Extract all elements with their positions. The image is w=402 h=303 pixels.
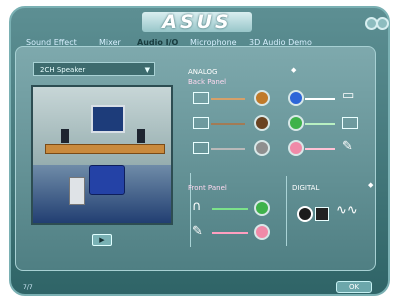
digital-info-icon[interactable]: ◆ <box>368 181 373 189</box>
speaker-output-icon <box>342 117 358 129</box>
back-panel-label: Back Panel <box>188 78 227 86</box>
speaker-left-icon <box>61 129 69 143</box>
jack-brown[interactable] <box>254 115 270 131</box>
headphone-icon: ∩ <box>192 199 202 214</box>
connector-line <box>212 208 248 210</box>
ok-button[interactable]: OK <box>336 281 372 293</box>
jack-orange[interactable] <box>254 90 270 106</box>
back-panel-device-icon-3 <box>193 142 209 154</box>
digital-coax-jack[interactable] <box>297 206 313 222</box>
computer-tower-icon <box>69 177 85 205</box>
monitor-icon <box>91 105 125 133</box>
title-bar: ASUS <box>17 12 389 34</box>
jack-blue[interactable] <box>288 90 304 106</box>
digital-signal-icon: ∿∿ <box>336 203 358 218</box>
divider-digital <box>286 176 287 246</box>
connector-line <box>211 148 245 150</box>
digital-title: DIGITAL <box>292 184 320 192</box>
speaker-config-value: 2CH Speaker <box>40 66 86 74</box>
connector-line <box>211 98 245 100</box>
room-preview <box>31 85 173 225</box>
test-speaker-button[interactable]: ▶ <box>92 234 112 246</box>
connector-line <box>211 123 245 125</box>
desk-icon <box>45 144 165 154</box>
connector-line <box>305 148 335 150</box>
speaker-config-dropdown[interactable]: 2CH Speaker ▼ <box>33 62 155 76</box>
microphone-icon: ✎ <box>342 139 353 154</box>
front-jack-green[interactable] <box>254 200 270 216</box>
asus-logo: ASUS <box>142 12 252 32</box>
jack-green[interactable] <box>288 115 304 131</box>
optical-port-icon[interactable] <box>315 207 329 221</box>
jack-gray[interactable] <box>254 140 270 156</box>
connector-line <box>212 232 248 234</box>
status-text: 7/7 <box>23 284 33 291</box>
speaker-right-icon <box>137 129 145 143</box>
chair-icon <box>89 165 125 195</box>
analog-title: ANALOG <box>188 68 218 76</box>
front-jack-pink[interactable] <box>254 224 270 240</box>
analog-info-icon[interactable]: ◆ <box>291 66 296 74</box>
back-panel-device-icon-1 <box>193 92 209 104</box>
line-in-icon: ▭ <box>342 88 355 103</box>
front-panel-label: Front Panel <box>188 184 227 192</box>
close-icon[interactable] <box>376 17 389 30</box>
chevron-down-icon: ▼ <box>144 66 150 74</box>
jack-pink[interactable] <box>288 140 304 156</box>
connector-line <box>305 123 335 125</box>
back-panel-device-icon-2 <box>193 117 209 129</box>
connector-line <box>305 98 335 100</box>
front-mic-icon: ✎ <box>192 224 203 239</box>
